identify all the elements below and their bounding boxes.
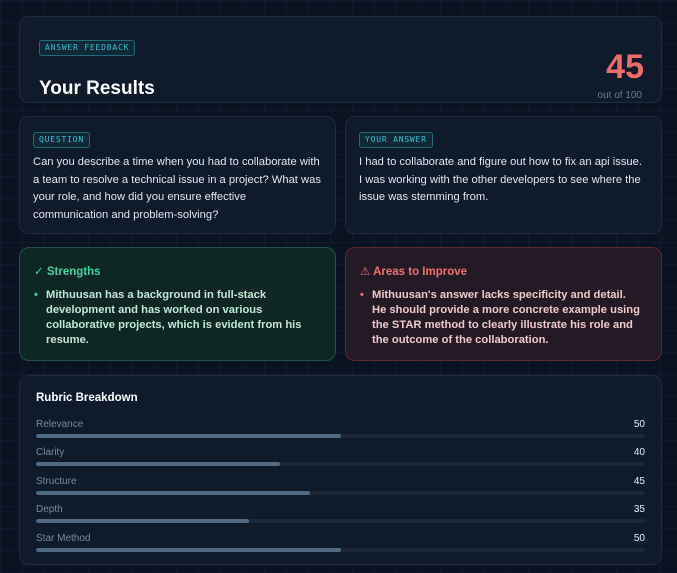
question-tag: QUESTION — [33, 132, 90, 148]
rubric-label: Clarity — [36, 447, 65, 458]
answer-card: YOUR ANSWER I had to collaborate and fig… — [345, 116, 662, 234]
strengths-card: ✓ Strengths • Mithuusan has a background … — [19, 247, 336, 361]
rubric-bar-fill — [36, 434, 341, 438]
rubric-value: 50 — [633, 533, 645, 544]
rubric-label: Relevance — [36, 419, 84, 430]
rubric-bar-fill — [36, 519, 250, 523]
bullet-icon: • — [34, 289, 38, 301]
check-icon: ✓ — [34, 266, 44, 278]
rubric-bar-track — [36, 519, 645, 523]
rubric-bar-track — [36, 548, 645, 552]
rubric-row-structure: Structure 45 — [36, 476, 645, 498]
question-text: Can you describe a time when you had to … — [33, 156, 321, 221]
rubric-title: Rubric Breakdown — [36, 392, 138, 404]
rubric-bar-track — [36, 491, 645, 495]
rubric-card: Rubric Breakdown Relevance 50 Clarity 40… — [19, 375, 662, 565]
rubric-value: 35 — [633, 504, 645, 515]
score-value: 45 — [606, 48, 644, 86]
rubric-bar-track — [36, 434, 645, 438]
your-answer-tag: YOUR ANSWER — [359, 132, 433, 148]
rubric-row-depth: Depth 35 — [36, 504, 645, 526]
rubric-value: 45 — [633, 476, 645, 487]
improve-title: Areas to Improve — [373, 266, 468, 278]
bullet-icon: • — [360, 289, 364, 301]
areas-to-improve-card: ⚠ Areas to Improve • Mithuusan's answer l… — [345, 247, 662, 361]
rubric-label: Depth — [36, 504, 63, 515]
score-out-of: out of 100 — [597, 90, 642, 101]
rubric-label: Star Method — [36, 533, 91, 544]
warning-triangle-icon: ⚠ — [360, 266, 371, 278]
strengths-list: • Mithuusan has a background in full-stac… — [34, 288, 317, 348]
rubric-value: 40 — [633, 447, 645, 458]
improve-list: • Mithuusan's answer lacks specificity an… — [360, 288, 643, 348]
strengths-title: Strengths — [46, 266, 101, 278]
improve-heading: ⚠ Areas to Improve — [360, 264, 467, 278]
improve-item-text: Mithuusan's answer lacks specificity and… — [372, 289, 640, 346]
rubric-bar-track — [36, 462, 645, 466]
results-header: ANSWER FEEDBACK Your Results 45 out of 1… — [19, 16, 662, 103]
rubric-bar-fill — [36, 491, 311, 495]
rubric-row-relevance: Relevance 50 — [36, 419, 645, 441]
rubric-label: Structure — [36, 476, 77, 487]
rubric-value: 50 — [633, 419, 645, 430]
list-item: • Mithuusan has a background in full-stac… — [34, 288, 317, 348]
page-title: Your Results — [39, 78, 155, 99]
rubric-row-clarity: Clarity 40 — [36, 447, 645, 469]
answer-feedback-tag: ANSWER FEEDBACK — [39, 40, 136, 56]
question-card: QUESTION Can you describe a time when yo… — [19, 116, 336, 234]
rubric-bar-fill — [36, 462, 280, 466]
rubric-row-star-method: Star Method 50 — [36, 533, 645, 555]
answer-text: I had to collaborate and figure out how … — [359, 156, 642, 203]
list-item: • Mithuusan's answer lacks specificity an… — [360, 288, 643, 348]
strength-item-text: Mithuusan has a background in full-stack… — [46, 289, 302, 346]
rubric-bar-fill — [36, 548, 341, 552]
strengths-heading: ✓ Strengths — [34, 264, 101, 278]
